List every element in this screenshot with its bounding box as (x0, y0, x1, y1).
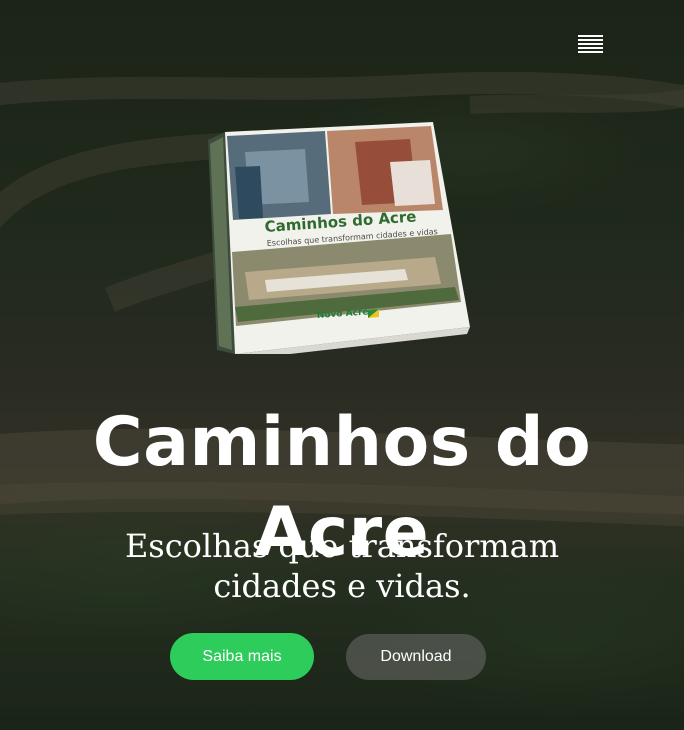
saiba-mais-button[interactable]: Saiba mais (170, 633, 314, 680)
download-button[interactable]: Download (346, 634, 486, 680)
page-subtitle: Escolhas que transformam cidades e vidas… (124, 527, 560, 605)
hero-section: Caminhos do Acre Escolhas que transforma… (0, 0, 684, 730)
hero-overlay (0, 0, 684, 730)
book-cover-image: Caminhos do Acre Escolhas que transforma… (208, 122, 470, 354)
hamburger-menu-icon[interactable] (578, 35, 603, 53)
